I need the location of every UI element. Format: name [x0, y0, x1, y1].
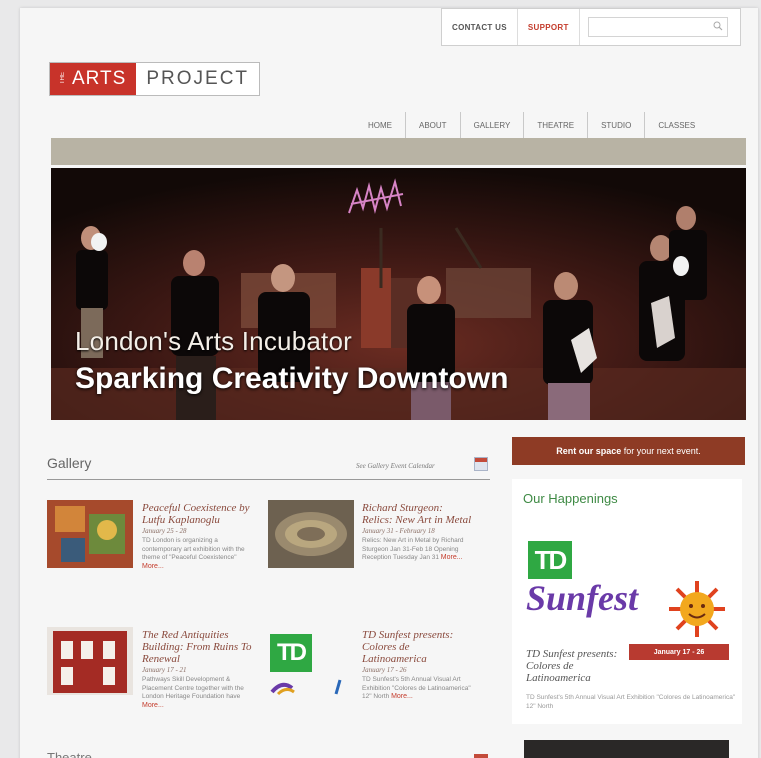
td-logo-icon[interactable]: TD	[528, 541, 572, 579]
card-more-link[interactable]: More...	[142, 563, 164, 570]
card-body: Pathways Skill Development & Placement C…	[142, 676, 252, 710]
card-body-text: TD London is organizing a contemporary a…	[142, 537, 245, 561]
nav-about[interactable]: ABOUT	[405, 112, 460, 138]
card-thumb-red-building[interactable]	[47, 627, 133, 695]
card-more-link[interactable]: More...	[441, 554, 463, 561]
card-more-link[interactable]: More...	[142, 702, 164, 709]
nav-studio[interactable]: STUDIO	[587, 112, 644, 138]
site-logo[interactable]: THE ARTS PROJECT	[49, 62, 261, 96]
calendar-icon[interactable]	[474, 754, 488, 758]
card-date: January 31 - February 18	[362, 527, 435, 535]
nav-theatre[interactable]: THEATRE	[523, 112, 587, 138]
card-thumb-relics[interactable]	[268, 500, 354, 568]
gallery-heading: Gallery	[47, 455, 92, 471]
gallery-divider	[47, 479, 490, 480]
support-link[interactable]: SUPPORT	[518, 9, 580, 45]
sidebar-dark-panel	[524, 740, 729, 758]
rent-space-button[interactable]: Rent our space for your next event.	[512, 437, 745, 465]
gallery-calendar-link[interactable]: See Gallery Event Calendar	[356, 462, 435, 470]
card-title[interactable]: Richard Sturgeon: Relics: New Art in Met…	[362, 502, 472, 526]
event-body: TD Sunfest's 5th Annual Visual Art Exhib…	[526, 694, 736, 710]
sun-icon	[669, 581, 725, 637]
gallery-card: TD Sunfest presents: Colores de Latinoam…	[362, 629, 472, 702]
logo-the: THE	[60, 72, 66, 84]
hero-headline: Sparking Creativity Downtown	[75, 362, 509, 395]
utility-bar: CONTACT US SUPPORT	[441, 8, 741, 46]
card-more-link[interactable]: More...	[391, 693, 413, 700]
card-body-text: TD Sunfest's 5th Annual Visual Art Exhib…	[362, 676, 471, 700]
contact-us-link[interactable]: CONTACT US	[442, 9, 518, 45]
logo-arts-block: THE ARTS	[50, 63, 137, 95]
card-body: Relics: New Art in Metal by Richard Stur…	[362, 537, 472, 563]
nav-gallery[interactable]: GALLERY	[459, 112, 524, 138]
card-body-text: Pathways Skill Development & Placement C…	[142, 676, 244, 700]
rent-bold: Rent our space	[556, 446, 622, 456]
gallery-card: Peaceful Coexistence by Lutfu Kaplanoglu…	[142, 502, 252, 571]
rent-rest: for your next event.	[621, 446, 701, 456]
sunfest-letters: Sunfest	[526, 578, 639, 618]
nav-home[interactable]: HOME	[355, 112, 405, 138]
logo-project-block: PROJECT	[136, 63, 260, 95]
search-input[interactable]	[588, 19, 709, 38]
calendar-icon[interactable]	[474, 457, 488, 471]
hero-tagline: London's Arts Incubator	[75, 326, 352, 356]
event-title[interactable]: TD Sunfest presents: Colores de Latinoam…	[526, 648, 636, 684]
search-box	[587, 17, 728, 38]
hero-banner[interactable]: London's Arts Incubator Sparking Creativ…	[51, 168, 746, 420]
card-title[interactable]: The Red Antiquities Building: From Ruins…	[142, 629, 252, 665]
main-nav: HOME ABOUT GALLERY THEATRE STUDIO CLASSE…	[355, 112, 708, 138]
card-thumb-peaceful[interactable]	[47, 500, 133, 568]
card-date: January 17 - 26	[362, 666, 407, 674]
card-title[interactable]: TD Sunfest presents: Colores de Latinoam…	[362, 629, 472, 665]
card-body: TD Sunfest's 5th Annual Visual Art Exhib…	[362, 676, 472, 702]
event-date-badge: January 17 - 26	[629, 644, 729, 660]
card-body: TD London is organizing a contemporary a…	[142, 537, 252, 571]
search-icon[interactable]	[713, 21, 723, 31]
sunfest-logo[interactable]: Sunfest	[526, 577, 638, 619]
nav-band	[51, 138, 746, 165]
card-title[interactable]: Peaceful Coexistence by Lutfu Kaplanoglu	[142, 502, 252, 526]
theatre-heading: Theatre	[47, 750, 92, 758]
happenings-heading: Our Happenings	[523, 491, 618, 506]
card-date: January 25 - 28	[142, 527, 187, 535]
happenings-panel: Our Happenings TD Sunfest January 17 - 2…	[512, 479, 742, 724]
card-date: January 17 - 21	[142, 666, 187, 674]
logo-arts: ARTS	[72, 68, 127, 89]
td-logo-icon[interactable]: TD	[270, 634, 312, 672]
logo-project: PROJECT	[146, 68, 250, 89]
sunfest-thumb-icon	[270, 679, 342, 696]
gallery-card: Richard Sturgeon: Relics: New Art in Met…	[362, 502, 472, 563]
nav-classes[interactable]: CLASSES	[644, 112, 708, 138]
gallery-card: The Red Antiquities Building: From Ruins…	[142, 629, 252, 710]
